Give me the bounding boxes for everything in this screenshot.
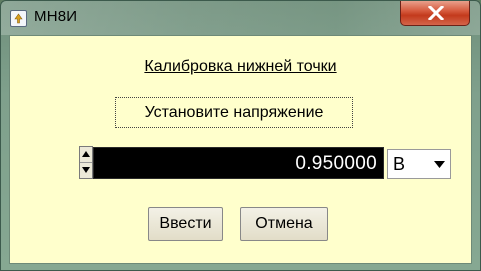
unit-select[interactable]: В (387, 149, 451, 179)
chevron-down-icon (434, 161, 445, 168)
value-input[interactable]: 0.950000 (93, 147, 384, 179)
prompt-text: Установите напряжение (144, 104, 324, 121)
title-bar[interactable]: МН8И (1, 1, 480, 35)
arrow-up-icon (82, 151, 90, 157)
spin-down-button[interactable] (80, 163, 92, 178)
value-input-text: 0.950000 (295, 153, 377, 174)
arrow-down-icon (82, 167, 90, 173)
prompt-label-box: Установите напряжение (115, 97, 353, 128)
ok-button[interactable]: Ввести (148, 207, 223, 241)
cancel-button[interactable]: Отмена (240, 207, 328, 241)
close-button[interactable] (400, 1, 470, 26)
spin-up-button[interactable] (80, 147, 92, 163)
app-icon[interactable] (10, 10, 27, 27)
unit-select-value: В (393, 154, 406, 174)
close-icon (428, 6, 444, 20)
dialog-heading: Калибровка нижней точки (10, 58, 471, 76)
window-title: МН8И (34, 8, 78, 25)
dialog-window: МН8И Калибровка нижней точки Установите … (0, 0, 481, 271)
dialog-body: Калибровка нижней точки Установите напря… (9, 35, 472, 264)
heading-text: Калибровка нижней точки (144, 58, 337, 75)
unit-dropdown-button[interactable] (429, 151, 449, 177)
value-spinner (79, 146, 93, 179)
